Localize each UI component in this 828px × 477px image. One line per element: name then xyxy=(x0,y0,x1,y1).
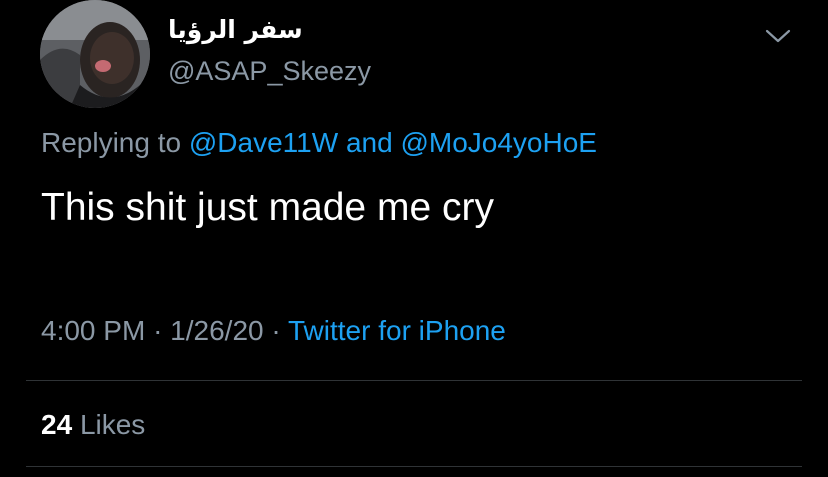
likes-stat[interactable]: 24 Likes xyxy=(41,408,145,442)
reply-mention-1[interactable]: @Dave11W xyxy=(189,127,338,158)
profile-photo xyxy=(40,0,150,108)
user-handle[interactable]: @ASAP_Skeezy xyxy=(168,55,371,87)
replying-prefix: Replying to xyxy=(41,127,182,158)
meta-separator: · xyxy=(271,315,281,346)
tweet-source-link[interactable]: Twitter for iPhone xyxy=(288,315,506,346)
likes-label: Likes xyxy=(79,409,146,440)
divider xyxy=(26,466,802,467)
replying-to-line: Replying to @Dave11W and @MoJo4yoHoE xyxy=(41,126,597,160)
divider xyxy=(26,380,802,381)
tweet-text: This shit just made me cry xyxy=(41,186,494,229)
reply-mention-2[interactable]: @MoJo4yoHoE xyxy=(400,127,597,158)
avatar[interactable] xyxy=(40,0,150,108)
tweet-time[interactable]: 4:00 PM xyxy=(41,315,145,346)
reply-conjunction[interactable]: and xyxy=(346,127,393,158)
likes-count: 24 xyxy=(41,409,73,440)
chevron-down-icon[interactable] xyxy=(764,26,792,46)
tweet-date[interactable]: 1/26/20 xyxy=(170,315,263,346)
tweet-meta: 4:00 PM · 1/26/20 · Twitter for iPhone xyxy=(41,314,506,348)
display-name[interactable]: سفر الرؤيا xyxy=(168,14,303,46)
meta-separator: · xyxy=(153,315,163,346)
